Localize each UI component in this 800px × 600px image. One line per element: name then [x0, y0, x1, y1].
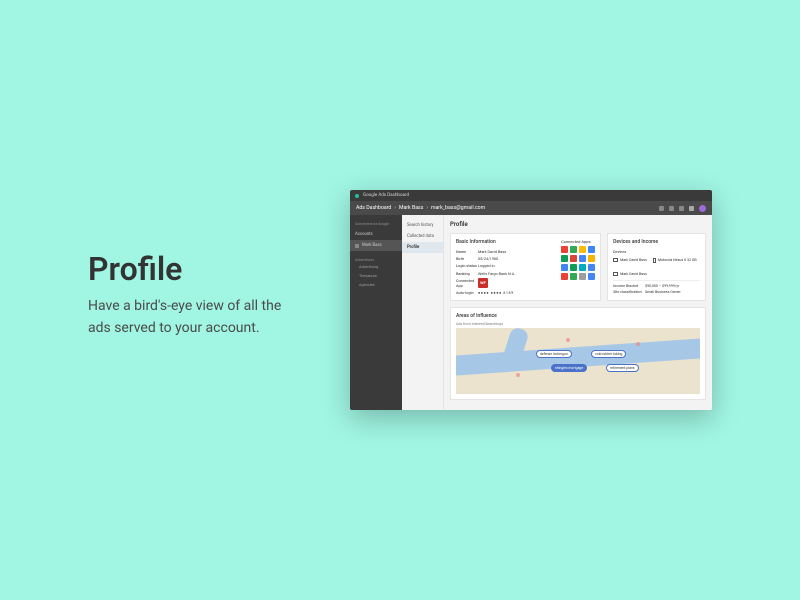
device-item: Mark David Bass: [613, 272, 647, 276]
device-item: Mark David Bass: [613, 258, 647, 263]
label-banking: Banking: [456, 271, 478, 276]
main-content: Profile Basic Information Name Mark Davi…: [444, 215, 712, 410]
app-icon[interactable]: [579, 246, 586, 253]
map-pin-icon: [516, 373, 520, 377]
sidebar-sub-item[interactable]: Thesaurus: [350, 271, 402, 280]
card-heading: Areas of Influence: [456, 313, 700, 319]
breadcrumb-bar: Ads Dashboard › Mark Bass › mark_bass@gm…: [350, 201, 712, 215]
breadcrumb-root[interactable]: Ads Dashboard: [356, 205, 391, 211]
sidebar-sub-item[interactable]: Advertising: [350, 262, 402, 271]
value-birth: 05/24/1980: [478, 256, 555, 261]
notifications-icon[interactable]: [689, 206, 694, 211]
value-classification: Small Business Owner: [645, 290, 700, 294]
app-icon[interactable]: [561, 246, 568, 253]
app-icon[interactable]: [561, 255, 568, 262]
sidebar-accounts-label: Accounts: [355, 232, 373, 237]
interest-chip[interactable]: retirement plans: [606, 364, 639, 372]
tab-profile[interactable]: Profile: [402, 242, 443, 253]
sidebar-accounts-header: Accounts: [350, 229, 402, 240]
breadcrumb-email[interactable]: mark_bass@gmail.com: [431, 205, 485, 211]
label-connected-app: Connected App: [456, 278, 478, 288]
desktop-icon: [613, 258, 618, 262]
desktop-icon: [613, 272, 618, 276]
app-icon[interactable]: [570, 255, 577, 262]
label-autologin: Auto-login: [456, 290, 478, 295]
page-title: Profile: [450, 221, 706, 228]
app-icon[interactable]: [561, 273, 568, 280]
device-name: Mark David Bass: [620, 272, 647, 276]
sidebar-secondary: Search history Collected data Profile: [402, 215, 444, 410]
device-item: Motorola Nexus 6 32 GB: [653, 258, 697, 263]
phone-icon: [653, 258, 656, 263]
help-icon[interactable]: [679, 206, 684, 211]
value-login: Logged in: [478, 263, 555, 268]
map-pin-icon: [566, 338, 570, 342]
label-income: Income Bracket: [613, 284, 645, 288]
promo-description: Have a bird's-eye view of all the ads se…: [88, 296, 298, 339]
label-birth: Birth: [456, 256, 478, 261]
devices-subheading: Devices: [613, 249, 700, 254]
tab-collected-data[interactable]: Collected data: [402, 231, 443, 242]
card-areas-of-influence: Areas of Influence Ads from Interest/Sea…: [450, 307, 706, 400]
card-basic-information: Basic Information Name Mark David Bass B…: [450, 233, 601, 301]
card-heading: Devices and Income: [613, 239, 700, 245]
value-banking: Wells Fargo Bank N.A.: [478, 271, 555, 276]
app-icon[interactable]: [588, 273, 595, 280]
app-icon[interactable]: [588, 264, 595, 271]
chevron-right-icon: ›: [426, 205, 428, 211]
app-icon[interactable]: [570, 246, 577, 253]
app-name: Google Ads Dashboard: [363, 193, 409, 198]
chevron-right-icon: ›: [394, 205, 396, 211]
card-devices-income: Devices and Income Devices Mark David Ba…: [607, 233, 706, 301]
breadcrumb-user[interactable]: Mark Bass: [399, 205, 423, 211]
tab-search-history[interactable]: Search history: [402, 220, 443, 231]
map-subtitle: Ads from Interest/Searchings: [456, 322, 700, 326]
sidebar-caption: Connected via Google: [350, 219, 402, 229]
value-autologin: ●●●● ●●●● 8189: [478, 290, 555, 295]
sidebar-primary: Connected via Google Accounts Mark Bass …: [350, 215, 402, 410]
app-icon[interactable]: [561, 264, 568, 271]
interest-chip[interactable]: shingles mortgage: [551, 364, 587, 372]
value-connected-app: WF: [478, 278, 555, 288]
value-income: $90,000 – $99,999/yr: [645, 284, 700, 288]
map-pin-icon: [636, 342, 640, 346]
app-icon[interactable]: [588, 255, 595, 262]
devices-list: Mark David Bass Motorola Nexus 6 32 GB Mar…: [613, 256, 700, 277]
app-icon[interactable]: [588, 246, 595, 253]
titlebar: Google Ads Dashboard: [350, 190, 712, 201]
label-classification: Site classification: [613, 290, 645, 294]
sidebar-sub-item[interactable]: Agencies: [350, 280, 402, 289]
label-login: Login status: [456, 263, 478, 268]
device-name: Motorola Nexus 6 32 GB: [658, 258, 697, 262]
app-icon[interactable]: [579, 264, 586, 271]
app-icon[interactable]: [579, 255, 586, 262]
user-icon: [355, 244, 359, 248]
breadcrumb[interactable]: Ads Dashboard › Mark Bass › mark_bass@gm…: [356, 205, 485, 211]
wells-fargo-icon: WF: [478, 278, 488, 288]
app-icon[interactable]: [570, 273, 577, 280]
interest-chip[interactable]: cold rubber tubing: [591, 350, 626, 358]
connected-apps-grid: [561, 246, 595, 280]
label-name: Name: [456, 249, 478, 254]
app-icon[interactable]: [579, 273, 586, 280]
card-heading: Basic Information: [456, 239, 555, 245]
connected-apps-heading: Connected Apps: [561, 239, 595, 244]
menu-icon[interactable]: [669, 206, 674, 211]
sidebar-item-label: Mark Bass: [362, 243, 382, 248]
app-window: Google Ads Dashboard Ads Dashboard › Mar…: [350, 190, 712, 410]
device-name: Mark David Bass: [620, 258, 647, 262]
value-name: Mark David Bass: [478, 249, 555, 254]
app-logo-icon: [355, 194, 359, 198]
promo-title: Profile: [88, 250, 182, 288]
interest-chip[interactable]: defense lockergun: [536, 350, 572, 358]
app-icon[interactable]: [570, 264, 577, 271]
apps-icon[interactable]: [659, 206, 664, 211]
avatar[interactable]: [699, 205, 706, 212]
sidebar-item-user[interactable]: Mark Bass: [350, 240, 402, 251]
influence-map[interactable]: defense lockergun cold rubber tubing shing…: [456, 328, 700, 394]
